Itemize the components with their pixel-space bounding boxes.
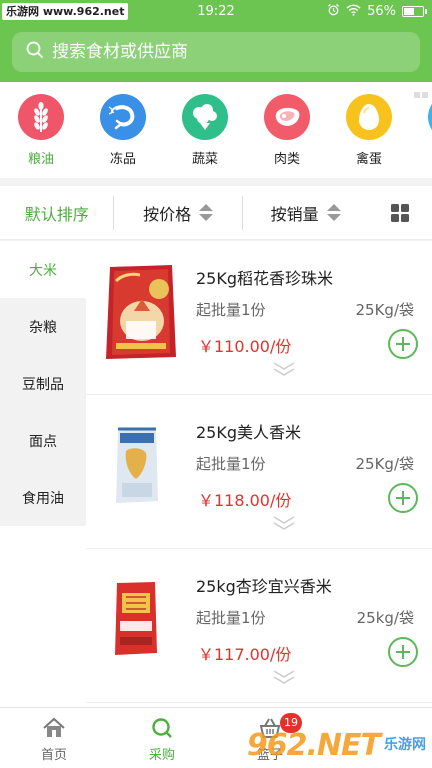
plus-icon — [396, 645, 410, 659]
add-to-basket-button[interactable] — [388, 483, 418, 513]
home-icon — [43, 717, 65, 737]
category-label: 粮油 — [27, 152, 54, 167]
egg-icon — [346, 94, 392, 140]
category-label: 肉类 — [273, 152, 300, 167]
add-to-basket-button[interactable] — [388, 329, 418, 359]
product-price: ￥118.00/份 — [198, 491, 292, 510]
search-input[interactable] — [52, 42, 392, 62]
shrimp-icon — [100, 94, 146, 140]
sort-bar: 默认排序 按价格 按销量 — [0, 186, 432, 240]
category-grain-oil[interactable]: 粮油 — [18, 82, 64, 178]
category-poultry-eggs[interactable]: 禽蛋 — [346, 82, 392, 178]
sort-arrows-icon — [326, 204, 341, 221]
product-name: 25Kg稻花香珍珠米 — [196, 269, 334, 288]
sidebar-item-pastry[interactable]: 面点 — [0, 412, 86, 469]
product-price: ￥117.00/份 — [198, 645, 292, 664]
category-vegetables[interactable]: 蔬菜 — [182, 82, 228, 178]
product-name: 25Kg美人香米 — [196, 423, 302, 442]
sidebar-item-grains[interactable]: 杂粮 — [0, 298, 86, 355]
battery-icon — [402, 6, 427, 17]
watermark-text: 乐游网 — [384, 736, 426, 753]
category-frozen[interactable]: 冻品 — [100, 82, 146, 178]
category-label: 冻品 — [109, 152, 136, 167]
sort-price-label: 按价格 — [143, 204, 192, 224]
sidebar-item-oil[interactable]: 食用油 — [0, 469, 86, 526]
category-meat[interactable]: 肉类 — [264, 82, 310, 178]
sort-sales-button[interactable]: 按销量 — [243, 186, 368, 240]
product-name: 25kg杏珍宜兴香米 — [196, 577, 332, 596]
sort-default-button[interactable]: 默认排序 — [0, 186, 113, 240]
plus-icon — [396, 491, 410, 505]
chevron-down-icon[interactable] — [272, 361, 296, 377]
category-pager — [414, 92, 428, 98]
chevron-down-icon[interactable] — [272, 669, 296, 685]
category-strip: 粮油 冻品 蔬菜 肉类 禽蛋 — [0, 82, 432, 178]
sort-arrows-icon — [199, 204, 214, 221]
cauliflower-icon — [182, 94, 228, 140]
product-min-order: 起批量1份 — [196, 301, 266, 319]
site-watermark: 962.NET 乐游网 — [246, 727, 426, 763]
nav-home[interactable]: 首页 — [0, 708, 108, 768]
product-image — [112, 425, 172, 509]
status-bar: 乐游网 www.962.net 19:22 56% — [0, 0, 432, 24]
product-card[interactable]: 25Kg稻花香珍珠米 起批量1份 25Kg/袋 ￥110.00/份 — [86, 241, 432, 395]
grid-view-icon — [391, 203, 410, 222]
search-icon — [26, 41, 44, 63]
product-unit: 25Kg/袋 — [355, 455, 415, 473]
plus-icon — [396, 337, 410, 351]
nav-purchase[interactable]: 采购 — [108, 708, 216, 768]
sort-price-button[interactable]: 按价格 — [114, 186, 241, 240]
search-box[interactable] — [12, 32, 420, 72]
wifi-icon — [346, 4, 361, 20]
sidebar-filler — [0, 526, 86, 707]
alarm-icon — [327, 3, 340, 20]
product-image — [104, 261, 178, 365]
product-card[interactable]: 25kg杏珍宜兴香米 起批量1份 25kg/袋 ￥117.00/份 — [86, 549, 432, 703]
product-card[interactable]: 25Kg美人香米 起批量1份 25Kg/袋 ￥118.00/份 — [86, 395, 432, 549]
bottom-nav: 首页 采购 篮子 19 962.NET 乐游网 — [0, 707, 432, 768]
add-to-basket-button[interactable] — [388, 637, 418, 667]
header: 乐游网 www.962.net 19:22 56% — [0, 0, 432, 82]
sort-sales-label: 按销量 — [270, 204, 319, 224]
product-min-order: 起批量1份 — [196, 609, 266, 627]
search-icon — [152, 718, 172, 738]
chevron-down-icon[interactable] — [272, 515, 296, 531]
wheat-icon — [18, 94, 64, 140]
nav-purchase-label: 采购 — [148, 748, 175, 763]
category-label: 禽蛋 — [355, 152, 382, 167]
product-unit: 25kg/袋 — [356, 609, 414, 627]
product-image — [112, 579, 172, 661]
more-category-icon — [428, 94, 432, 140]
product-price: ￥110.00/份 — [198, 337, 292, 356]
category-more[interactable] — [428, 82, 432, 178]
product-unit: 25Kg/袋 — [355, 301, 415, 319]
product-list: 25Kg稻花香珍珠米 起批量1份 25Kg/袋 ￥110.00/份 25Kg美人… — [86, 241, 432, 707]
sidebar-item-soy[interactable]: 豆制品 — [0, 355, 86, 412]
sidebar-item-rice[interactable]: 大米 — [0, 241, 86, 298]
battery-percent: 56% — [367, 4, 396, 19]
product-min-order: 起批量1份 — [196, 455, 266, 473]
grid-view-button[interactable] — [368, 186, 432, 240]
watermark-number: 962.NET — [246, 727, 381, 763]
category-label: 蔬菜 — [191, 152, 218, 167]
nav-home-label: 首页 — [40, 748, 67, 763]
meat-icon — [264, 94, 310, 140]
